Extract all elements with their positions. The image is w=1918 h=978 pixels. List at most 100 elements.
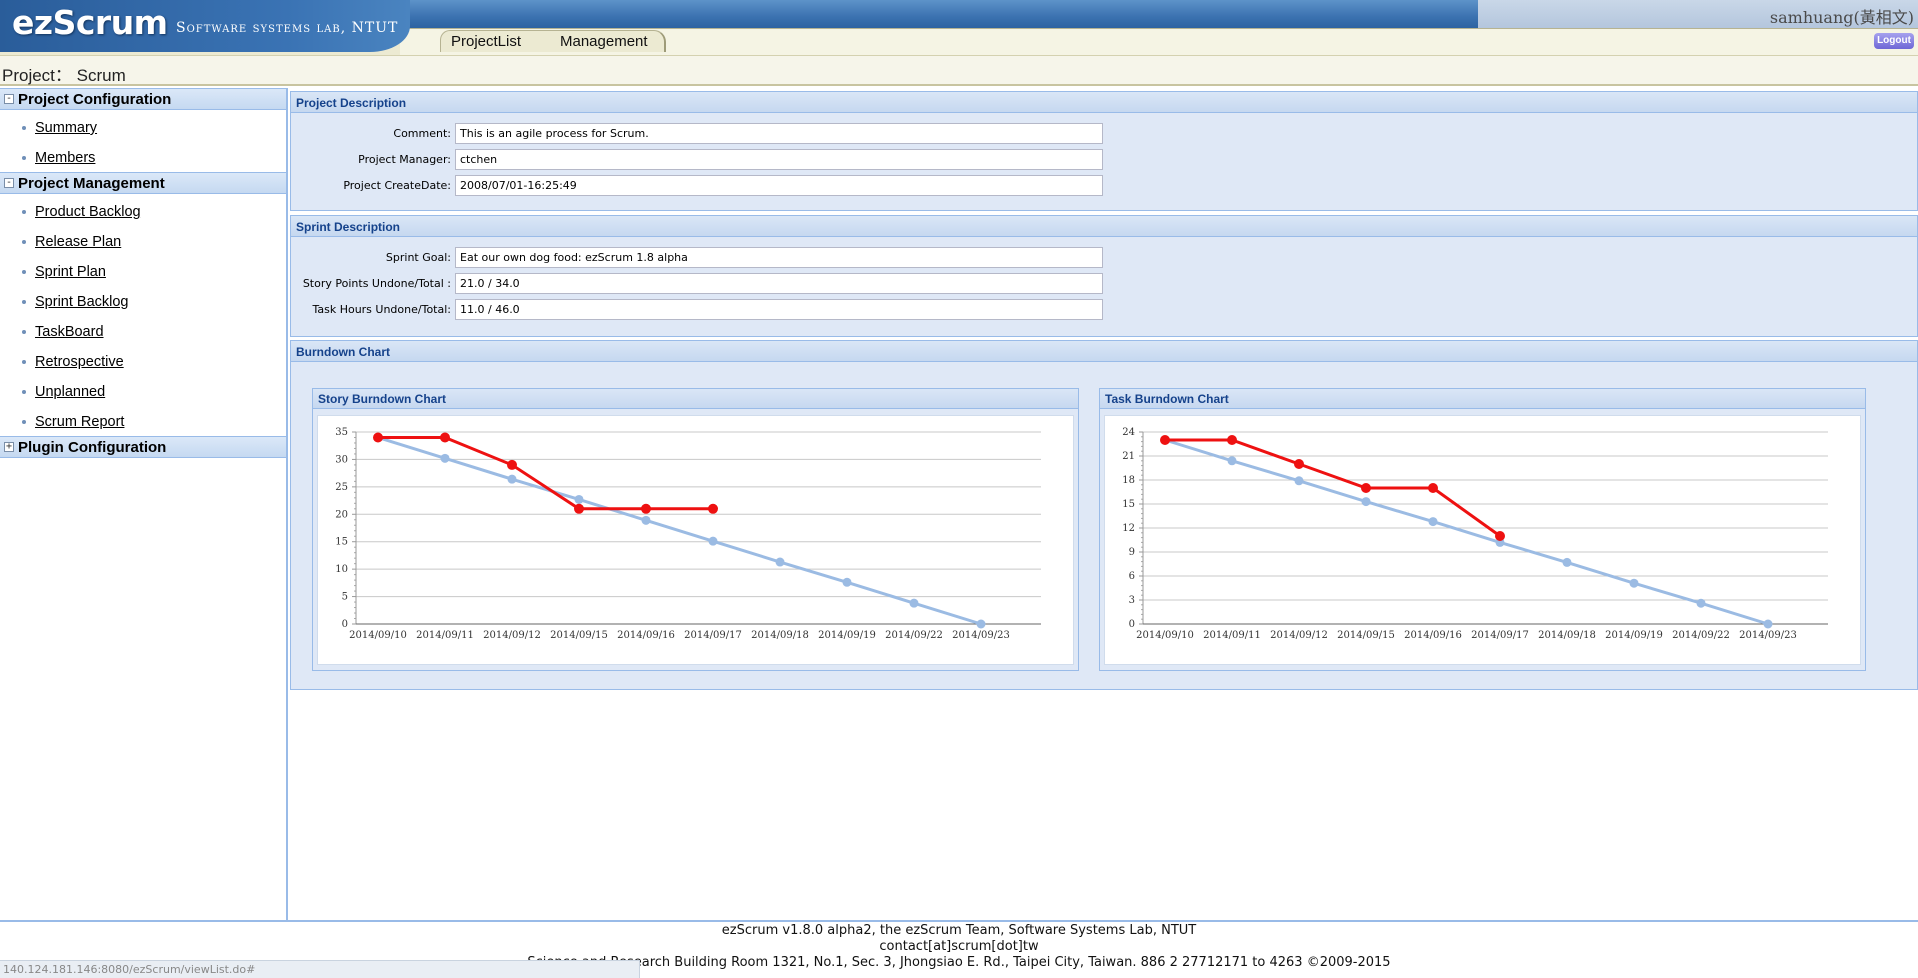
y-tick-label: 15 <box>1122 499 1135 510</box>
logo-text: ezScrum <box>12 3 168 42</box>
x-tick-label: 2014/09/23 <box>1739 630 1797 641</box>
sidebar-section-title: Plugin Configuration <box>18 439 167 456</box>
data-point <box>1160 435 1170 445</box>
sidebar-item-summary[interactable]: Summary <box>22 120 97 142</box>
sidebar-item-sprint-plan[interactable]: Sprint Plan <box>22 264 106 286</box>
task-burndown-chart: 0 3 6 9 12 15 18 21 24 2014/09/10 2014/09/11 2014/0… <box>1122 427 1828 641</box>
y-tick-label: 0 <box>1129 619 1135 630</box>
sidebar-item-release-plan[interactable]: Release Plan <box>22 234 121 256</box>
tab-projectlist[interactable]: ProjectList <box>440 30 550 52</box>
data-point <box>507 459 517 470</box>
y-tick-label: 24 <box>1122 427 1135 438</box>
sidebar-link-sprint-backlog[interactable]: Sprint Backlog <box>35 294 129 310</box>
story-burndown-box: Story Burndown Chart 0 5 10 15 20 25 30 35 2014/… <box>312 388 1079 671</box>
project-createdate-label: Project CreateDate: <box>343 179 451 192</box>
sidebar-section-project-configuration[interactable]: - Project Configuration <box>0 88 286 110</box>
sidebar: - Project Configuration Summary Members … <box>0 88 288 920</box>
sidebar-link-members[interactable]: Members <box>35 150 95 166</box>
x-tick-label: 2014/09/22 <box>885 630 943 641</box>
tab-management[interactable]: Management <box>550 30 666 52</box>
sidebar-item-retrospective[interactable]: Retrospective <box>22 354 124 376</box>
data-point <box>909 598 919 608</box>
sidebar-link-sprint-plan[interactable]: Sprint Plan <box>35 264 106 280</box>
data-point <box>976 619 986 629</box>
comment-row: Comment: This is an agile process for Sc… <box>291 123 1391 145</box>
x-tick-label: 2014/09/16 <box>1404 630 1462 641</box>
y-tick-label: 18 <box>1122 475 1135 486</box>
collapse-icon[interactable]: - <box>4 178 14 188</box>
sidebar-link-scrum-report[interactable]: Scrum Report <box>35 414 124 430</box>
sidebar-item-sprint-backlog[interactable]: Sprint Backlog <box>22 294 129 316</box>
collapse-icon[interactable]: - <box>4 94 14 104</box>
project-manager-field[interactable]: ctchen <box>455 149 1103 170</box>
sidebar-link-product-backlog[interactable]: Product Backlog <box>35 204 141 220</box>
story-points-field[interactable]: 21.0 / 34.0 <box>455 273 1103 294</box>
sidebar-item-taskboard[interactable]: TaskBoard <box>22 324 104 346</box>
data-point <box>708 536 718 546</box>
sidebar-link-unplanned[interactable]: Unplanned <box>35 384 105 400</box>
y-tick-label: 35 <box>335 427 348 438</box>
project-manager-row: Project Manager: ctchen <box>291 149 1391 171</box>
story-chart-title: Story Burndown Chart <box>313 389 1078 409</box>
app-header: ezScrum Software systems lab, NTUT samhu… <box>0 0 1918 55</box>
x-tick-label: 2014/09/23 <box>952 630 1010 641</box>
project-bar: Project： Scrum <box>0 55 1918 86</box>
sidebar-link-taskboard[interactable]: TaskBoard <box>35 324 104 340</box>
browser-status-url: 140.124.181.146:8080/ezScrum/viewList.do… <box>0 960 640 978</box>
sidebar-link-release-plan[interactable]: Release Plan <box>35 234 121 250</box>
data-point <box>775 557 785 567</box>
app-logo: ezScrum Software systems lab, NTUT <box>0 0 410 52</box>
x-tick-label: 2014/09/18 <box>751 630 809 641</box>
data-point <box>1227 435 1237 445</box>
x-tick-label: 2014/09/10 <box>349 630 407 641</box>
sidebar-item-unplanned[interactable]: Unplanned <box>22 384 105 406</box>
panel-title: Sprint Description <box>291 216 1917 237</box>
sidebar-link-summary[interactable]: Summary <box>35 120 97 136</box>
sidebar-link-retrospective[interactable]: Retrospective <box>35 354 124 370</box>
x-tick-label: 2014/09/15 <box>550 630 608 641</box>
expand-icon[interactable]: + <box>4 442 14 452</box>
project-createdate-row: Project CreateDate: 2008/07/01-16:25:49 <box>291 175 1391 197</box>
sidebar-section-title: Project Configuration <box>18 91 172 108</box>
y-tick-label: 3 <box>1129 595 1135 606</box>
data-point <box>1495 531 1505 541</box>
sidebar-item-product-backlog[interactable]: Product Backlog <box>22 204 141 226</box>
bullet-icon <box>22 300 26 305</box>
data-point <box>641 503 651 514</box>
panel-title: Burndown Chart <box>291 341 1917 362</box>
panel-title: Project Description <box>291 92 1917 113</box>
task-chart-title: Task Burndown Chart <box>1100 389 1865 409</box>
logout-button[interactable]: Logout <box>1874 33 1914 49</box>
bullet-icon <box>22 330 26 335</box>
x-tick-label: 2014/09/11 <box>1203 630 1261 641</box>
data-point <box>574 503 584 514</box>
main-content: Project Description Comment: This is an … <box>290 88 1918 920</box>
sidebar-section-plugin-configuration[interactable]: + Plugin Configuration <box>0 436 286 458</box>
x-tick-label: 2014/09/15 <box>1337 630 1395 641</box>
data-point <box>1428 483 1438 493</box>
bullet-icon <box>22 240 26 245</box>
x-tick-label: 2014/09/17 <box>1471 630 1529 641</box>
data-point <box>842 577 852 587</box>
series-line <box>377 436 982 626</box>
x-tick-label: 2014/09/17 <box>684 630 742 641</box>
sprint-goal-row: Sprint Goal: Eat our own dog food: ezScr… <box>291 247 1391 269</box>
sidebar-section-title: Project Management <box>18 175 165 192</box>
task-hours-row: Task Hours Undone/Total: 11.0 / 46.0 <box>291 299 1391 321</box>
comment-field[interactable]: This is an agile process for Scrum. <box>455 123 1103 144</box>
data-point <box>440 453 450 463</box>
sprint-goal-field[interactable]: Eat our own dog food: ezScrum 1.8 alpha <box>455 247 1103 268</box>
username: samhuang(黃相文) <box>1769 8 1914 27</box>
sidebar-item-scrum-report[interactable]: Scrum Report <box>22 414 124 436</box>
task-burndown-box: Task Burndown Chart 0 3 6 9 12 15 18 21 24 2014/0… <box>1099 388 1866 671</box>
task-hours-field[interactable]: 11.0 / 46.0 <box>455 299 1103 320</box>
bullet-icon <box>22 156 26 161</box>
data-point <box>1294 476 1304 486</box>
sidebar-section-project-management[interactable]: - Project Management <box>0 172 286 194</box>
data-point <box>1763 619 1773 629</box>
data-point <box>1696 598 1706 608</box>
sidebar-item-members[interactable]: Members <box>22 150 95 172</box>
burndown-panel: Burndown Chart Story Burndown Chart 0 5 10… <box>290 340 1918 690</box>
project-createdate-field[interactable]: 2008/07/01-16:25:49 <box>455 175 1103 196</box>
x-tick-label: 2014/09/19 <box>1605 630 1663 641</box>
